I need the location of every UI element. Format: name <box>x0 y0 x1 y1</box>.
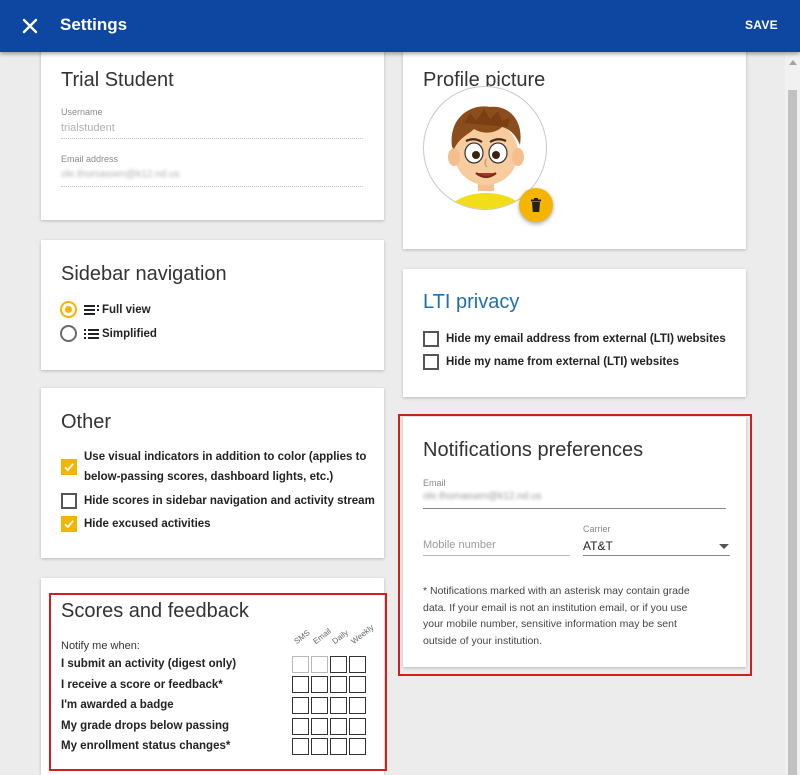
account-name: Trial Student <box>61 69 174 91</box>
badge-email-checkbox[interactable] <box>311 697 328 714</box>
chevron-down-icon[interactable] <box>719 544 729 549</box>
hide-scores-checkbox[interactable] <box>61 493 77 509</box>
full-view-option[interactable]: Full view <box>60 301 151 318</box>
submit-weekly-checkbox[interactable] <box>349 656 366 673</box>
notification-email-field[interactable]: ole.thomassen@k12.nd.us <box>423 491 542 502</box>
hide-scores-label: Hide scores in sidebar navigation and ac… <box>84 495 375 507</box>
hide-scores-option[interactable]: Hide scores in sidebar navigation and ac… <box>61 491 375 511</box>
score-weekly-checkbox[interactable] <box>349 676 366 693</box>
mobile-number-input[interactable]: Mobile number <box>423 539 496 551</box>
lti-privacy-card: LTI privacy Hide my email address from e… <box>403 269 746 397</box>
row-awarded-badge: I'm awarded a badge <box>61 699 174 711</box>
username-underline <box>61 138 363 139</box>
hide-email-lti-option[interactable]: Hide my email address from external (LTI… <box>423 329 726 349</box>
scrollbar[interactable] <box>785 52 800 775</box>
email-underline <box>61 186 363 187</box>
simplified-icon <box>84 328 102 340</box>
badge-weekly-checkbox[interactable] <box>349 697 366 714</box>
badge-daily-checkbox[interactable] <box>330 697 347 714</box>
username-label: Username <box>61 107 103 117</box>
hide-excused-label: Hide excused activities <box>84 518 211 530</box>
hide-email-lti-checkbox[interactable] <box>423 331 439 347</box>
delete-picture-button[interactable] <box>519 188 553 222</box>
notification-note: * Notifications marked with an asterisk … <box>423 583 690 649</box>
carrier-label: Carrier <box>583 524 611 534</box>
badge-sms-checkbox[interactable] <box>292 697 309 714</box>
row-receive-score: I receive a score or feedback* <box>61 679 223 691</box>
mobile-number-underline <box>423 555 570 556</box>
full-view-label: Full view <box>102 303 151 316</box>
submit-daily-checkbox[interactable] <box>330 656 347 673</box>
check-icon <box>64 463 74 472</box>
profile-picture-card: Profile picture <box>403 40 746 249</box>
account-card: Trial Student Username trialstudent Emai… <box>41 40 384 220</box>
grade-weekly-checkbox[interactable] <box>349 718 366 735</box>
hide-excused-option[interactable]: Hide excused activities <box>61 514 211 534</box>
enrollment-email-checkbox[interactable] <box>311 738 328 755</box>
row-enrollment-status: My enrollment status changes* <box>61 740 231 752</box>
score-daily-checkbox[interactable] <box>330 676 347 693</box>
enrollment-daily-checkbox[interactable] <box>330 738 347 755</box>
carrier-underline <box>583 555 730 556</box>
scroll-up-arrow-icon[interactable] <box>789 60 797 65</box>
visual-indicators-label-line2: below-passing scores, dashboard lights, … <box>84 471 334 483</box>
submit-sms-checkbox <box>292 656 309 673</box>
note-line-3: your mobile number, sensitive informatio… <box>423 618 677 630</box>
column-email: Email <box>311 626 333 646</box>
score-sms-checkbox[interactable] <box>292 676 309 693</box>
hide-name-lti-option[interactable]: Hide my name from external (LTI) website… <box>423 352 679 372</box>
sidebar-navigation-title: Sidebar navigation <box>61 263 227 285</box>
row-submit-activity: I submit an activity (digest only) <box>61 658 237 670</box>
email-address-field: ole.thomassen@k12.nd.us <box>61 169 180 180</box>
score-email-checkbox[interactable] <box>311 676 328 693</box>
enrollment-sms-checkbox[interactable] <box>292 738 309 755</box>
carrier-select[interactable]: AT&T <box>583 539 613 553</box>
other-title: Other <box>61 411 112 433</box>
column-weekly: Weekly <box>349 622 376 646</box>
column-sms: SMS <box>292 628 312 646</box>
app-bar: Settings SAVE <box>0 0 800 52</box>
note-line-4: outside of your institution. <box>423 634 543 647</box>
lti-privacy-title: LTI privacy <box>423 291 520 313</box>
save-button[interactable]: SAVE <box>745 18 778 32</box>
row-grade-drops: My grade drops below passing <box>61 720 230 732</box>
hide-excused-checkbox[interactable] <box>61 516 77 532</box>
notification-email-underline <box>423 508 726 509</box>
trash-icon <box>531 198 541 212</box>
notifications-title: Notifications preferences <box>423 439 644 461</box>
scores-feedback-card: Scores and feedback Notify me when: SMS … <box>41 578 384 775</box>
simplified-radio[interactable] <box>60 325 77 342</box>
check-icon <box>64 520 74 529</box>
column-daily: Daily <box>330 627 351 646</box>
grade-sms-checkbox[interactable] <box>292 718 309 735</box>
visual-indicators-checkbox[interactable] <box>61 459 77 475</box>
other-card: Other Use visual indicators in addition … <box>41 388 384 558</box>
simplified-label: Simplified <box>102 327 157 340</box>
hide-email-lti-label: Hide my email address from external (LTI… <box>446 333 726 345</box>
note-line-1: * Notifications marked with an asterisk … <box>423 585 690 597</box>
visual-indicators-option[interactable]: Use visual indicators in addition to col… <box>61 447 366 487</box>
submit-email-checkbox <box>311 656 328 673</box>
scrollbar-thumb[interactable] <box>788 90 797 775</box>
grade-email-checkbox[interactable] <box>311 718 328 735</box>
note-line-2: data. If your email is not an institutio… <box>423 601 688 614</box>
close-icon[interactable] <box>16 12 44 40</box>
hide-name-lti-label: Hide my name from external (LTI) website… <box>446 356 680 368</box>
notify-me-label: Notify me when: <box>61 640 140 652</box>
enrollment-weekly-checkbox[interactable] <box>349 738 366 755</box>
sidebar-navigation-card: Sidebar navigation Full view Simplified <box>41 240 384 370</box>
visual-indicators-label-line1: Use visual indicators in addition to col… <box>84 451 367 463</box>
full-view-radio[interactable] <box>60 301 77 318</box>
email-address-label: Email address <box>61 154 119 164</box>
page-title: Settings <box>60 15 128 34</box>
simplified-option[interactable]: Simplified <box>60 325 157 342</box>
notification-email-label: Email <box>423 478 446 488</box>
notifications-card: Notifications preferences Email ole.thom… <box>403 417 746 667</box>
username-field: trialstudent <box>61 122 115 134</box>
grade-daily-checkbox[interactable] <box>330 718 347 735</box>
hide-name-lti-checkbox[interactable] <box>423 354 439 370</box>
scores-feedback-title: Scores and feedback <box>61 600 249 622</box>
full-view-icon <box>84 304 102 316</box>
